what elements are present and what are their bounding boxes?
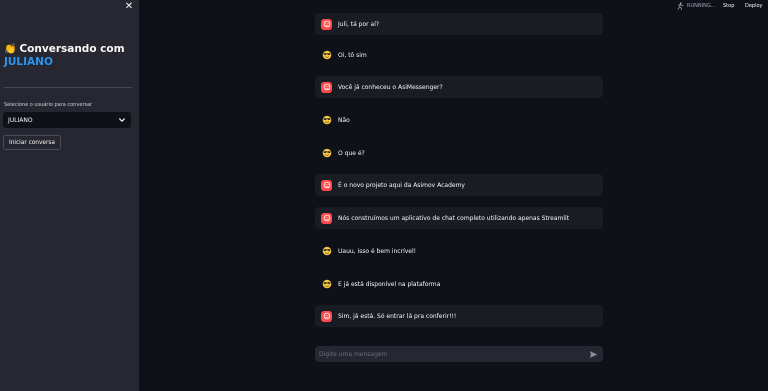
face-icon	[321, 81, 332, 93]
deploy-button[interactable]: Deploy	[745, 3, 763, 9]
chat-message-bot: Oi, tô sim	[315, 44, 603, 66]
chat-message-user: Você já conheceu o AsiMessenger?	[315, 76, 603, 98]
title-user: JULIANO	[4, 56, 53, 68]
clapping-hands-icon: 👏	[4, 44, 17, 55]
message-text: Nós construímos um aplicativo de chat co…	[338, 214, 570, 222]
page-title: 👏 Conversando com JULIANO	[4, 43, 134, 69]
message-text: É o novo projeto aqui da Asimov Academy	[338, 181, 465, 189]
chat-message-user: Sim, já está. Só entrar lá pra conferir!…	[315, 305, 603, 327]
user-select[interactable]: JULIANO	[3, 112, 131, 128]
sunglasses-smile-icon	[321, 246, 332, 257]
message-text: Uauu, isso é bem incrível!	[338, 247, 417, 255]
send-icon[interactable]	[589, 350, 598, 359]
message-text: Oi, tô sim	[338, 51, 367, 59]
close-icon[interactable]: ✕	[124, 2, 134, 12]
chat-input-bar	[315, 346, 603, 362]
chat-message-user: Juli, tá por aí?	[315, 13, 603, 35]
sidebar: ✕ 👏 Conversando com JULIANO Selecione o u…	[0, 0, 139, 391]
message-text: Sim, já está. Só entrar lá pra conferir!…	[338, 312, 457, 320]
divider	[4, 87, 132, 88]
sunglasses-smile-icon	[321, 279, 332, 290]
message-text: Não	[338, 116, 350, 124]
stop-button[interactable]: Stop	[723, 3, 734, 9]
chat-message-bot: E já está disponível na plataforma	[315, 273, 603, 295]
running-text: RUNNING...	[687, 3, 716, 9]
chat-message-bot: Uauu, isso é bem incrível!	[315, 240, 603, 262]
sunglasses-smile-icon	[321, 148, 332, 159]
message-text: O que é?	[338, 149, 365, 157]
face-icon	[321, 212, 332, 224]
select-value: JULIANO	[8, 116, 33, 124]
running-indicator: RUNNING...	[676, 2, 715, 10]
title-prefix: Conversando com	[19, 43, 125, 55]
chat-message-bot: O que é?	[315, 142, 603, 164]
chat-message-user: É o novo projeto aqui da Asimov Academy	[315, 174, 603, 196]
face-icon	[321, 310, 332, 322]
chevron-down-icon	[119, 118, 125, 122]
chat-message-bot: Não	[315, 109, 603, 131]
running-figure-icon	[677, 2, 684, 10]
message-text: Juli, tá por aí?	[338, 20, 380, 28]
start-conversation-button[interactable]: Iniciar conversa	[3, 135, 61, 150]
sunglasses-smile-icon	[321, 50, 332, 61]
select-label: Selecione o usuário para conversar	[4, 102, 93, 108]
sunglasses-smile-icon	[321, 115, 332, 126]
chat-message-user: Nós construímos um aplicativo de chat co…	[315, 207, 603, 229]
message-text: E já está disponível na plataforma	[338, 280, 441, 288]
message-text: Você já conheceu o AsiMessenger?	[338, 83, 443, 91]
face-icon	[321, 18, 332, 30]
face-icon	[321, 179, 332, 191]
message-input[interactable]	[319, 350, 569, 358]
